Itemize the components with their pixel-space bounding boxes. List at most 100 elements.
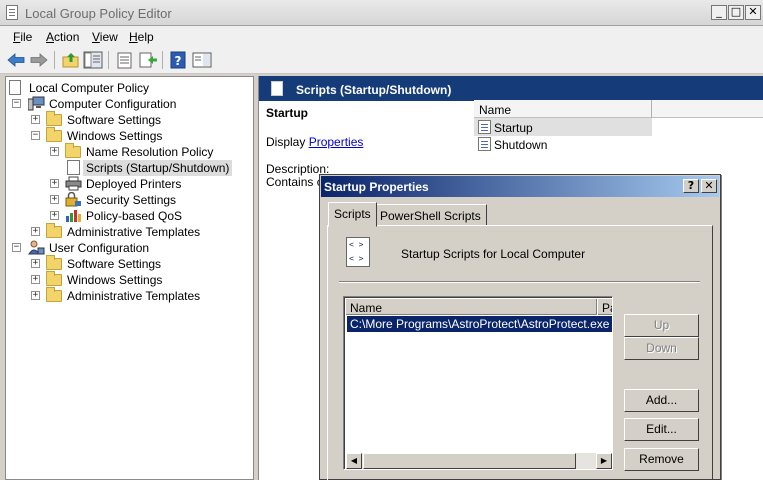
policy-scroll-icon [9, 80, 21, 95]
dialog-title: Startup Properties [324, 180, 429, 194]
folder-icon [46, 223, 62, 238]
svg-text:?: ? [175, 54, 182, 68]
menu-view-accel: V [92, 30, 100, 44]
tree-policy-based-qos-label: Policy-based QoS [86, 209, 183, 223]
scripts-list[interactable]: Name Parameters C:\More Programs\AstroPr… [343, 296, 613, 470]
menu-help-rest: elp [137, 30, 154, 44]
expand-toggle[interactable]: + [50, 147, 59, 156]
scripts-list-header[interactable]: Name Parameters [346, 299, 612, 315]
export-list-icon[interactable] [138, 51, 158, 69]
expand-toggle[interactable]: + [31, 291, 40, 300]
back-icon[interactable] [6, 51, 26, 69]
display-properties-line: Display Properties [266, 135, 363, 149]
remove-button[interactable]: Remove [624, 448, 699, 471]
expand-toggle[interactable]: + [31, 259, 40, 268]
toolbar-separator [108, 51, 109, 69]
up-button[interactable]: Up [624, 314, 699, 337]
collapse-toggle[interactable]: − [12, 99, 21, 108]
toolbar-separator [54, 51, 55, 69]
scroll-left-icon[interactable]: ◀ [346, 453, 362, 469]
dialog-subtitle: Startup Scripts for Local Computer [401, 247, 586, 261]
tree-name-resolution-policy-label: Name Resolution Policy [86, 145, 214, 159]
menu-file-rest: ile [20, 30, 33, 44]
script-icon [478, 120, 491, 134]
column-name-label: Name [479, 103, 512, 117]
dialog-close-button[interactable]: ✕ [701, 179, 717, 193]
security-lock-icon [65, 191, 81, 207]
expand-toggle[interactable]: + [31, 115, 40, 124]
properties-icon[interactable] [115, 51, 135, 69]
collapse-toggle[interactable]: − [31, 131, 40, 140]
script-icon [346, 237, 370, 267]
forward-icon[interactable] [29, 51, 49, 69]
folder-icon [46, 271, 62, 286]
expand-toggle[interactable]: + [31, 227, 40, 236]
tab-powershell-scripts[interactable]: PowerShell Scripts [374, 204, 487, 226]
toolbar-separator [162, 51, 163, 69]
tab-scripts[interactable]: Scripts [328, 202, 377, 227]
expand-toggle[interactable]: + [50, 211, 59, 220]
folder-open-icon [46, 127, 62, 142]
menu-action-rest: ction [54, 30, 80, 44]
window-title: Local Group Policy Editor [25, 6, 172, 21]
script-row[interactable]: C:\More Programs\AstroProtect\AstroProte… [347, 316, 612, 332]
column-name[interactable]: Name [350, 301, 382, 315]
horizontal-scrollbar[interactable]: ◀ ▶ [346, 453, 612, 469]
add-button[interactable]: Add... [624, 389, 699, 412]
details-header-title: Scripts (Startup/Shutdown) [296, 83, 452, 97]
computer-icon [27, 96, 45, 111]
tree-uc-windows-settings-label: Windows Settings [67, 273, 163, 287]
help-icon[interactable]: ? [169, 51, 189, 69]
expand-toggle[interactable]: + [31, 275, 40, 284]
dialog-help-button[interactable]: ? [683, 179, 699, 193]
description-text: Contains configuration [266, 175, 321, 189]
folder-icon [46, 287, 62, 302]
list-item-label: Startup [494, 121, 533, 135]
show-hide-tree-icon[interactable] [83, 51, 103, 69]
script-icon [478, 137, 491, 151]
menu-file[interactable]: File [13, 30, 32, 44]
close-button[interactable]: ✕ [745, 5, 761, 20]
menu-help-accel: H [129, 30, 138, 44]
tree-cc-software-settings-label: Software Settings [67, 113, 162, 127]
scroll-thumb[interactable] [363, 453, 576, 469]
menu-view-rest: iew [99, 30, 118, 44]
column-divider[interactable] [651, 100, 652, 118]
folder-icon [65, 143, 81, 158]
script-path: C:\More Programs\AstroProtect\AstroProte… [350, 317, 610, 331]
display-prefix: Display [266, 135, 309, 149]
scroll-right-icon[interactable]: ▶ [596, 453, 612, 469]
properties-link[interactable]: Properties [309, 135, 364, 149]
expand-toggle[interactable]: + [50, 179, 59, 188]
action-pane-icon[interactable] [192, 51, 212, 69]
list-item-startup[interactable]: Startup [474, 118, 652, 136]
details-item-title: Startup [266, 106, 308, 120]
tree-deployed-printers-label: Deployed Printers [86, 177, 182, 191]
tree-cc-administrative-templates-label: Administrative Templates [67, 225, 201, 239]
list-column-header[interactable]: Name [474, 100, 763, 118]
column-parameters[interactable]: Parameters [602, 301, 612, 315]
expand-toggle[interactable]: + [50, 195, 59, 204]
tree-cc-windows-settings-label: Windows Settings [67, 129, 163, 143]
collapse-toggle[interactable]: − [12, 243, 21, 252]
menu-help[interactable]: Help [129, 30, 154, 44]
tree-uc-administrative-templates-label: Administrative Templates [67, 289, 201, 303]
folder-icon [46, 111, 62, 126]
tree-security-settings-label: Security Settings [86, 193, 177, 207]
edit-button[interactable]: Edit... [624, 418, 699, 441]
column-divider[interactable] [596, 299, 598, 315]
menu-view[interactable]: View [92, 30, 118, 44]
user-icon [28, 240, 45, 255]
tree-scripts-label: Scripts (Startup/Shutdown) [83, 160, 233, 176]
toolbar: ? [0, 47, 763, 74]
tree-computer-configuration-label: Computer Configuration [49, 97, 177, 111]
script-icon [271, 81, 283, 96]
minimize-button[interactable]: _ [711, 5, 727, 20]
folder-icon [46, 255, 62, 270]
dialog-title-bar: Startup Properties ? ✕ [321, 176, 719, 197]
down-button[interactable]: Down [624, 337, 699, 360]
list-item-shutdown[interactable]: Shutdown [474, 135, 652, 153]
menu-action[interactable]: Action [46, 30, 79, 44]
maximize-button[interactable]: □ [728, 5, 744, 20]
up-folder-icon[interactable] [61, 51, 81, 69]
